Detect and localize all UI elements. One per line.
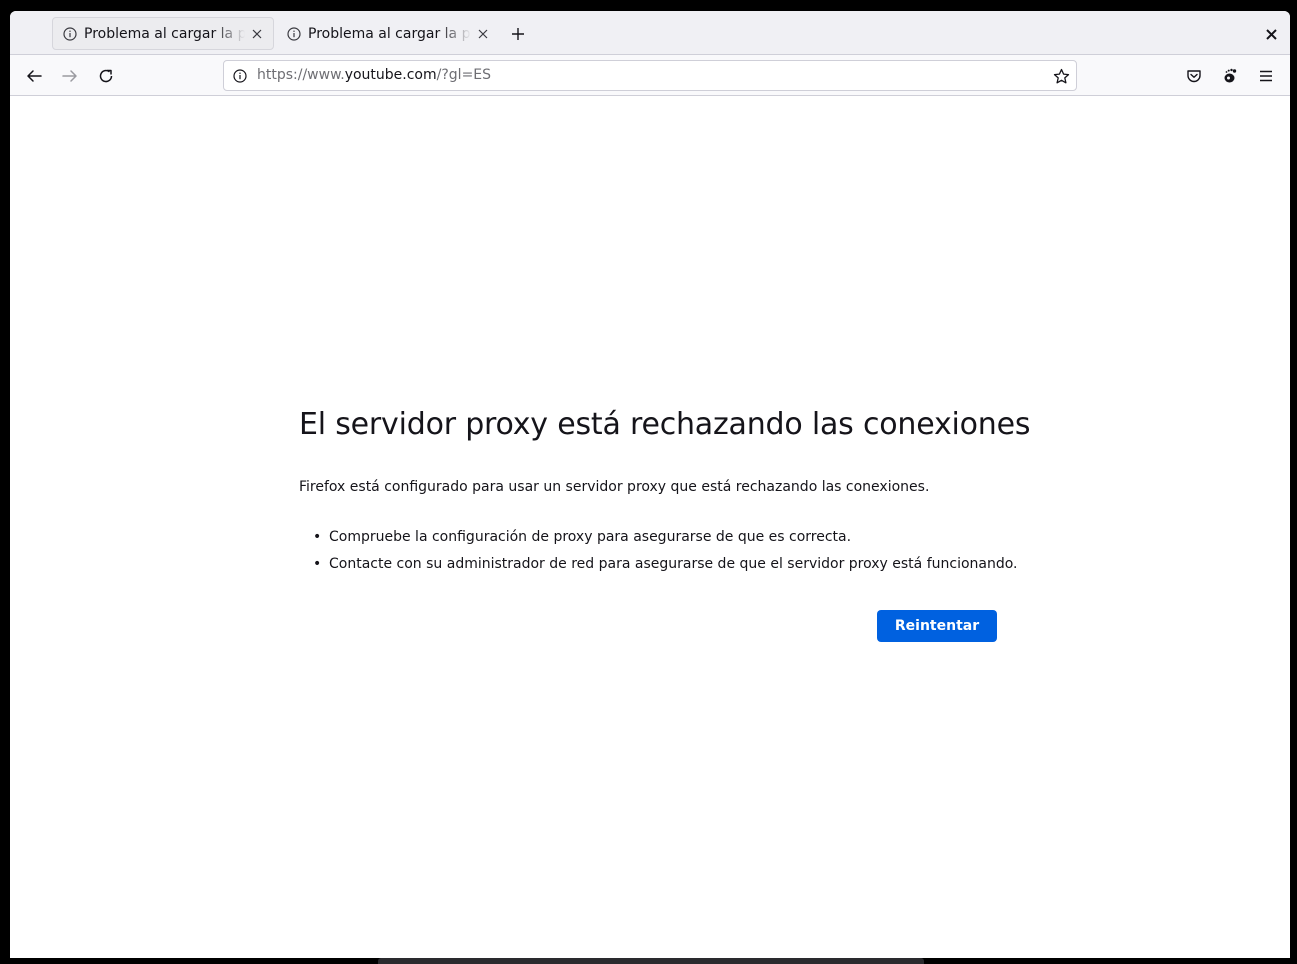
tab-strip: Problema al cargar la página Problema al… [10,11,1290,54]
close-icon[interactable] [475,26,491,42]
star-icon [1053,68,1069,83]
list-item: • Compruebe la configuración de proxy par… [299,526,1018,553]
arrow-left-icon [26,68,42,84]
bullet: • [313,529,322,545]
extension-button[interactable] [1219,65,1241,87]
reload-button[interactable] [95,65,117,87]
info-icon [62,26,78,42]
close-icon[interactable] [249,26,265,42]
bullet: • [313,556,322,572]
back-button[interactable] [23,65,45,87]
navigation-toolbar: https://www.youtube.com/?gl=ES [10,54,1290,96]
menu-button[interactable] [1255,65,1277,87]
url-scheme: https://www. [257,67,345,83]
window-close-button[interactable] [1262,25,1280,43]
pocket-icon [1186,68,1202,84]
error-description: Firefox está configurado para usar un se… [299,479,930,495]
url-path: /?gl=ES [436,67,492,83]
plus-icon [511,27,525,41]
tab-1[interactable]: Problema al cargar la página [52,17,274,50]
gnome-foot-icon [1222,68,1238,84]
info-icon[interactable] [232,68,248,84]
pocket-button[interactable] [1183,65,1205,87]
error-title: El servidor proxy está rechazando las co… [299,407,1031,442]
list-item-text: Compruebe la configuración de proxy para… [329,529,852,545]
list-item-text: Contacte con su administrador de red par… [329,556,1018,572]
close-icon [1265,28,1277,40]
hamburger-menu-icon [1259,69,1273,83]
url-bar[interactable]: https://www.youtube.com/?gl=ES [223,60,1077,91]
reload-icon [98,68,114,84]
forward-button[interactable] [59,65,81,87]
list-item: • Contacte con su administrador de red pa… [299,553,1018,580]
tab-title: Problema al cargar la página [84,25,245,42]
bookmark-button[interactable] [1052,67,1070,85]
retry-button[interactable]: Reintentar [877,610,997,642]
arrow-right-icon [62,68,78,84]
tab-2[interactable]: Problema al cargar la página [277,17,499,50]
new-tab-button[interactable] [508,24,528,44]
bottom-scroll-indicator [378,958,924,964]
url-host: youtube.com [344,67,437,83]
url-text[interactable]: https://www.youtube.com/?gl=ES [257,67,491,83]
page-content: El servidor proxy está rechazando las co… [10,96,1290,958]
tab-title: Problema al cargar la página [308,25,471,42]
browser-window: Problema al cargar la página Problema al… [10,11,1290,958]
error-suggestions: • Compruebe la configuración de proxy par… [299,526,1018,580]
info-icon [286,26,302,42]
